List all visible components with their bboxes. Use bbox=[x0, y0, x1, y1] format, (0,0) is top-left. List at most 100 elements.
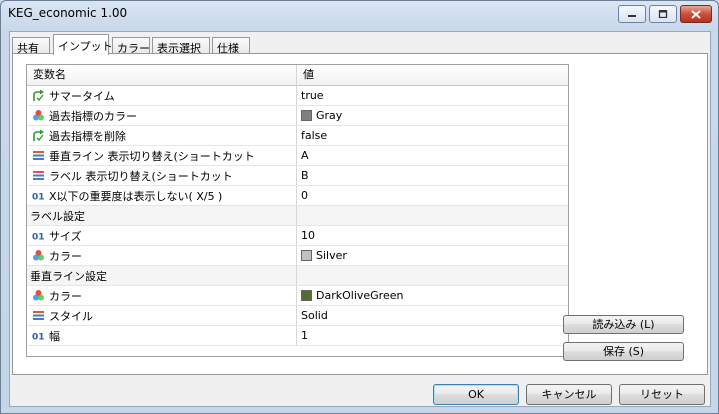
parameter-name: 垂直ライン 表示切り替え(ショートカット bbox=[49, 149, 255, 163]
grid-row[interactable]: 01 X以下の重要度は表示しない( X/5 ) 0 bbox=[27, 186, 568, 206]
minimize-icon bbox=[628, 15, 636, 17]
list-lines-icon bbox=[31, 309, 45, 323]
parameter-name-cell[interactable]: サマータイム bbox=[27, 86, 297, 105]
save-button[interactable]: 保存 (S) bbox=[563, 342, 684, 361]
parameter-value: 10 bbox=[301, 229, 315, 242]
parameter-name: スタイル bbox=[49, 309, 93, 323]
parameter-name-cell[interactable]: 過去指標を削除 bbox=[27, 126, 297, 145]
tab-common[interactable]: 共有 bbox=[12, 37, 50, 55]
parameter-name-cell[interactable]: 01 X以下の重要度は表示しない( X/5 ) bbox=[27, 186, 297, 205]
parameter-value: 1 bbox=[301, 329, 308, 342]
grid-row[interactable]: カラー Silver bbox=[27, 246, 568, 266]
grid-row[interactable]: 垂直ライン 表示切り替え(ショートカット A bbox=[27, 146, 568, 166]
parameter-name: 垂直ライン設定 bbox=[30, 269, 107, 283]
parameter-name: カラー bbox=[49, 289, 82, 303]
parameter-name: サマータイム bbox=[49, 89, 115, 103]
minimize-button[interactable] bbox=[618, 5, 646, 23]
parameter-name-cell[interactable]: カラー bbox=[27, 286, 297, 305]
parameter-value: Gray bbox=[316, 109, 343, 122]
parameter-name-cell[interactable]: カラー bbox=[27, 246, 297, 265]
grid-row[interactable]: サマータイム true bbox=[27, 86, 568, 106]
int-01-icon: 01 bbox=[31, 329, 45, 343]
color-swatch bbox=[301, 110, 312, 121]
grid-row[interactable]: 01 サイズ 10 bbox=[27, 226, 568, 246]
parameter-name: X以下の重要度は表示しない( X/5 ) bbox=[49, 189, 223, 203]
parameter-value: B bbox=[301, 169, 309, 182]
grid-row[interactable]: 過去指標のカラー Gray bbox=[27, 106, 568, 126]
list-lines-icon bbox=[31, 149, 45, 163]
parameter-name-cell[interactable]: ラベル設定 bbox=[27, 206, 297, 225]
close-button[interactable] bbox=[680, 5, 712, 23]
parameter-value: A bbox=[301, 149, 309, 162]
grid-row[interactable]: スタイル Solid bbox=[27, 306, 568, 326]
parameter-value-cell[interactable]: A bbox=[297, 146, 568, 165]
grid-header: 変数名 値 bbox=[27, 65, 568, 86]
bool-arrow-icon bbox=[31, 129, 45, 143]
parameter-value: false bbox=[301, 129, 328, 142]
tab-visualization[interactable]: 表示選択 bbox=[152, 37, 210, 55]
close-icon bbox=[691, 9, 701, 19]
color-swatch bbox=[301, 290, 312, 301]
color-circles-icon bbox=[31, 289, 45, 303]
grid-row[interactable]: ラベル 表示切り替え(ショートカット B bbox=[27, 166, 568, 186]
tab-specs[interactable]: 仕様 bbox=[212, 37, 250, 55]
parameter-name: カラー bbox=[49, 249, 82, 263]
load-button[interactable]: 読み込み (L) bbox=[563, 315, 684, 334]
parameter-value-cell[interactable]: 0 bbox=[297, 186, 568, 205]
parameter-value-cell[interactable]: DarkOliveGreen bbox=[297, 286, 568, 305]
parameter-value-cell[interactable] bbox=[297, 266, 568, 285]
column-header-name[interactable]: 変数名 bbox=[27, 65, 297, 85]
grid-row[interactable]: 過去指標を削除 false bbox=[27, 126, 568, 146]
grid-row[interactable]: 01 幅 1 bbox=[27, 326, 568, 346]
parameter-name-cell[interactable]: 垂直ライン設定 bbox=[27, 266, 297, 285]
parameter-name: ラベル設定 bbox=[30, 209, 85, 223]
parameter-value-cell[interactable]: B bbox=[297, 166, 568, 185]
color-circles-icon bbox=[31, 109, 45, 123]
parameter-name-cell[interactable]: スタイル bbox=[27, 306, 297, 325]
parameter-name: ラベル 表示切り替え(ショートカット bbox=[49, 169, 233, 183]
parameter-value: 0 bbox=[301, 189, 308, 202]
parameter-value-cell[interactable]: false bbox=[297, 126, 568, 145]
int-01-icon: 01 bbox=[31, 229, 45, 243]
parameter-value-cell[interactable]: Silver bbox=[297, 246, 568, 265]
parameter-value-cell[interactable]: true bbox=[297, 86, 568, 105]
maximize-button[interactable] bbox=[649, 5, 677, 23]
dialog-window: KEG_economic 1.00 共有 インプット カラー 表示選択 仕様 変… bbox=[0, 0, 719, 414]
list-lines-icon bbox=[31, 169, 45, 183]
grid-row[interactable]: カラー DarkOliveGreen bbox=[27, 286, 568, 306]
parameter-value-cell[interactable]: Solid bbox=[297, 306, 568, 325]
column-header-value[interactable]: 値 bbox=[297, 65, 568, 85]
grid-rows: サマータイム true 過去指標のカラー Gray 過去指標を削除 false 垂直ライン … bbox=[27, 86, 568, 346]
svg-text:01: 01 bbox=[32, 193, 45, 203]
ok-button[interactable]: OK bbox=[433, 384, 519, 405]
parameter-name: 幅 bbox=[49, 329, 60, 343]
grid-section-row[interactable]: 垂直ライン設定 bbox=[27, 266, 568, 286]
inputs-panel: 変数名 値 サマータイム true 過去指標のカラー Gray 過去指標を削除 false… bbox=[12, 53, 708, 375]
parameter-name-cell[interactable]: 垂直ライン 表示切り替え(ショートカット bbox=[27, 146, 297, 165]
parameter-name-cell[interactable]: 過去指標のカラー bbox=[27, 106, 297, 125]
parameter-name: 過去指標を削除 bbox=[49, 129, 126, 143]
parameter-name-cell[interactable]: ラベル 表示切り替え(ショートカット bbox=[27, 166, 297, 185]
grid-section-row[interactable]: ラベル設定 bbox=[27, 206, 568, 226]
reset-button[interactable]: リセット bbox=[619, 384, 705, 405]
parameter-value-cell[interactable]: 1 bbox=[297, 326, 568, 345]
color-circles-icon bbox=[31, 249, 45, 263]
parameter-value: Solid bbox=[301, 309, 328, 322]
cancel-button[interactable]: キャンセル bbox=[526, 384, 612, 405]
parameter-name-cell[interactable]: 01 幅 bbox=[27, 326, 297, 345]
maximize-icon bbox=[658, 10, 668, 18]
svg-text:01: 01 bbox=[32, 233, 45, 243]
parameter-value-cell[interactable] bbox=[297, 206, 568, 225]
parameter-name: サイズ bbox=[49, 229, 82, 243]
parameter-value: Silver bbox=[316, 249, 347, 262]
parameter-value-cell[interactable]: 10 bbox=[297, 226, 568, 245]
tab-colors[interactable]: カラー bbox=[112, 37, 150, 55]
int-01-icon: 01 bbox=[31, 189, 45, 203]
parameter-name-cell[interactable]: 01 サイズ bbox=[27, 226, 297, 245]
window-title: KEG_economic 1.00 bbox=[8, 6, 128, 20]
title-bar[interactable]: KEG_economic 1.00 bbox=[1, 1, 718, 27]
tab-inputs[interactable]: インプット bbox=[53, 34, 113, 55]
parameter-value: true bbox=[301, 89, 324, 102]
parameter-name: 過去指標のカラー bbox=[49, 109, 137, 123]
parameter-value-cell[interactable]: Gray bbox=[297, 106, 568, 125]
